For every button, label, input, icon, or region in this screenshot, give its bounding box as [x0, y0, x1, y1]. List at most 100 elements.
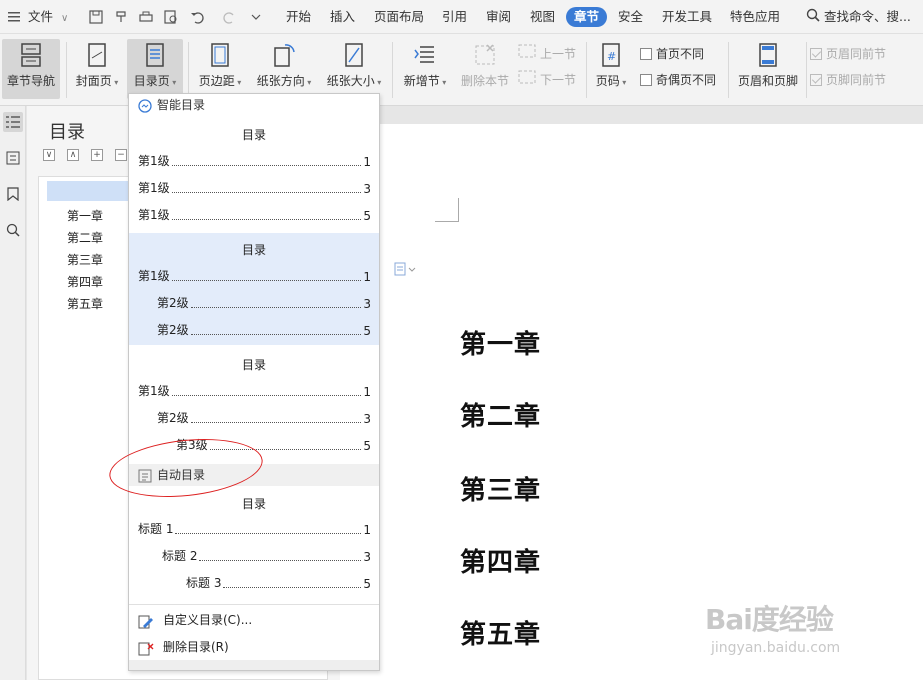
tab-chapter[interactable]: 章节: [566, 7, 608, 27]
header-same-label: 页眉同前节: [826, 47, 887, 61]
toc-dropdown-menu: 智能目录 目录 第1级 1 第1级 3 第1级 5 目录 第1级 1 第2级 3 第2级 5…: [128, 93, 380, 671]
undo-icon[interactable]: [189, 9, 205, 25]
remove-heading-icon[interactable]: −: [115, 149, 127, 161]
next-section-button[interactable]: 下一节: [518, 70, 576, 90]
print-preview-icon[interactable]: [163, 9, 179, 25]
toc-page-label: 目录页: [133, 74, 170, 88]
tab-view[interactable]: 视图: [530, 0, 555, 34]
toc-template-row: 第1级 1: [138, 153, 371, 169]
divider: [188, 42, 189, 98]
divider: [806, 42, 807, 98]
toc-template-row: 第2级 3: [157, 295, 371, 311]
margins-label: 页边距: [198, 74, 235, 88]
first-page-different-label: 首页不同: [656, 47, 705, 61]
chapter-nav-button[interactable]: 章节导航: [2, 39, 60, 99]
bookmark-icon[interactable]: [3, 184, 23, 204]
quick-access-dropdown-icon[interactable]: [248, 9, 264, 25]
tab-page-layout[interactable]: 页面布局: [374, 0, 424, 34]
divider: [728, 42, 729, 98]
toc-row-label: 第2级: [157, 296, 189, 310]
first-page-different-checkbox[interactable]: 首页不同: [640, 44, 704, 64]
tab-developer[interactable]: 开发工具: [662, 0, 712, 34]
margins-button[interactable]: 页边距 ▾: [194, 39, 246, 99]
command-search[interactable]: 查找命令、搜...: [806, 0, 911, 34]
checkbox-icon: [810, 48, 822, 60]
nav-item-chapter-4[interactable]: 第四章: [67, 273, 103, 290]
delete-section-icon: [475, 44, 495, 65]
divider: [66, 42, 67, 98]
delete-toc-menu-item[interactable]: 删除目录(R): [129, 635, 379, 659]
nav-item-chapter-3[interactable]: 第三章: [67, 251, 103, 268]
toc-row-label: 标题 3: [186, 576, 222, 590]
print-icon[interactable]: [138, 9, 154, 25]
next-section-icon: [518, 70, 536, 90]
nav-item-chapter-2[interactable]: 第二章: [67, 229, 103, 246]
toc-row-label: 第1级: [138, 269, 170, 283]
delete-section-label: 删除本节: [460, 74, 509, 88]
tab-insert[interactable]: 插入: [330, 0, 355, 34]
baidu-jingyan-watermark: Bai度经验 jingyan.baidu.com: [705, 576, 905, 676]
file-menu[interactable]: 文件 ∨: [8, 0, 68, 34]
find-icon[interactable]: [3, 220, 23, 240]
toc-row-label: 第1级: [138, 154, 170, 168]
odd-even-different-checkbox[interactable]: 奇偶页不同: [640, 70, 716, 90]
tab-security[interactable]: 安全: [618, 0, 643, 34]
toc-template-1[interactable]: 目录 第1级 1 第1级 3 第1级 5: [129, 118, 379, 230]
custom-toc-menu-item[interactable]: 自定义目录(C)...: [129, 608, 379, 632]
toc-template-row: 第1级 1: [138, 268, 371, 284]
tab-references[interactable]: 引用: [442, 0, 467, 34]
chapter-list-icon[interactable]: [3, 148, 23, 168]
checkbox-icon: [640, 48, 652, 60]
footer-same-as-previous-checkbox[interactable]: 页脚同前节: [810, 70, 886, 90]
smart-toc-label: 智能目录: [157, 98, 206, 112]
tab-review[interactable]: 审阅: [486, 0, 511, 34]
chapter-heading: 第五章: [460, 620, 542, 650]
header-same-as-previous-checkbox[interactable]: 页眉同前节: [810, 44, 886, 64]
toc-template-title: 目录: [241, 358, 266, 372]
orientation-button[interactable]: 纸张方向 ▾: [253, 39, 315, 99]
page-number-button[interactable]: # 页码 ▾: [590, 39, 632, 99]
format-painter-icon[interactable]: [113, 9, 129, 25]
toc-page-button[interactable]: 目录页 ▾: [127, 39, 183, 99]
toc-row-page: 1: [363, 523, 371, 537]
collapse-all-icon[interactable]: ∨: [43, 149, 55, 161]
toc-row-label: 第1级: [138, 181, 170, 195]
nav-item-chapter-1[interactable]: 第一章: [67, 207, 103, 224]
chapter-nav-icon: [21, 43, 41, 67]
prev-section-label: 上一节: [540, 47, 577, 61]
toc-template-row: 标题 3 5: [186, 575, 371, 591]
paper-size-icon: [345, 43, 363, 67]
chapter-heading: 第三章: [460, 476, 542, 506]
save-icon[interactable]: [88, 9, 104, 25]
header-footer-icon: [759, 43, 777, 67]
tab-features[interactable]: 特色应用: [730, 0, 780, 34]
hamburger-icon: [8, 1, 20, 35]
delete-section-button[interactable]: 删除本节: [458, 39, 512, 99]
paste-options-icon[interactable]: [394, 262, 416, 276]
cover-page-button[interactable]: 封面页 ▾: [70, 39, 124, 99]
header-footer-button[interactable]: 页眉和页脚: [734, 39, 802, 99]
toc-template-row: 标题 1 1: [138, 521, 371, 537]
nav-item-chapter-5[interactable]: 第五章: [67, 295, 103, 312]
header-footer-label: 页眉和页脚: [737, 74, 798, 88]
toc-row-label: 第2级: [157, 323, 189, 337]
toc-template-2[interactable]: 目录 第1级 1 第2级 3 第2级 5: [129, 233, 379, 345]
tab-start[interactable]: 开始: [286, 0, 311, 34]
add-heading-icon[interactable]: +: [91, 149, 103, 161]
toc-template-row: 第1级 3: [138, 180, 371, 196]
outline-view-icon[interactable]: [3, 112, 23, 132]
chevron-down-icon: ∨: [60, 13, 69, 24]
toc-template-4[interactable]: 目录 标题 1 1 标题 2 3 标题 3 5: [129, 487, 379, 599]
paper-size-button[interactable]: 纸张大小 ▾: [322, 39, 386, 99]
toc-template-row: 标题 2 3: [162, 548, 371, 564]
redo-icon[interactable]: [222, 9, 238, 25]
prev-section-button[interactable]: 上一节: [518, 44, 576, 64]
toc-row-page: 5: [363, 439, 371, 453]
toc-row-page: 3: [363, 550, 371, 564]
checkbox-icon: [810, 74, 822, 86]
expand-all-icon[interactable]: ∧: [67, 149, 79, 161]
menu-divider: [129, 604, 379, 605]
divider: [392, 42, 393, 98]
new-section-button[interactable]: 新增节 ▾: [398, 39, 452, 99]
toc-template-row: 第1级 1: [138, 383, 371, 399]
